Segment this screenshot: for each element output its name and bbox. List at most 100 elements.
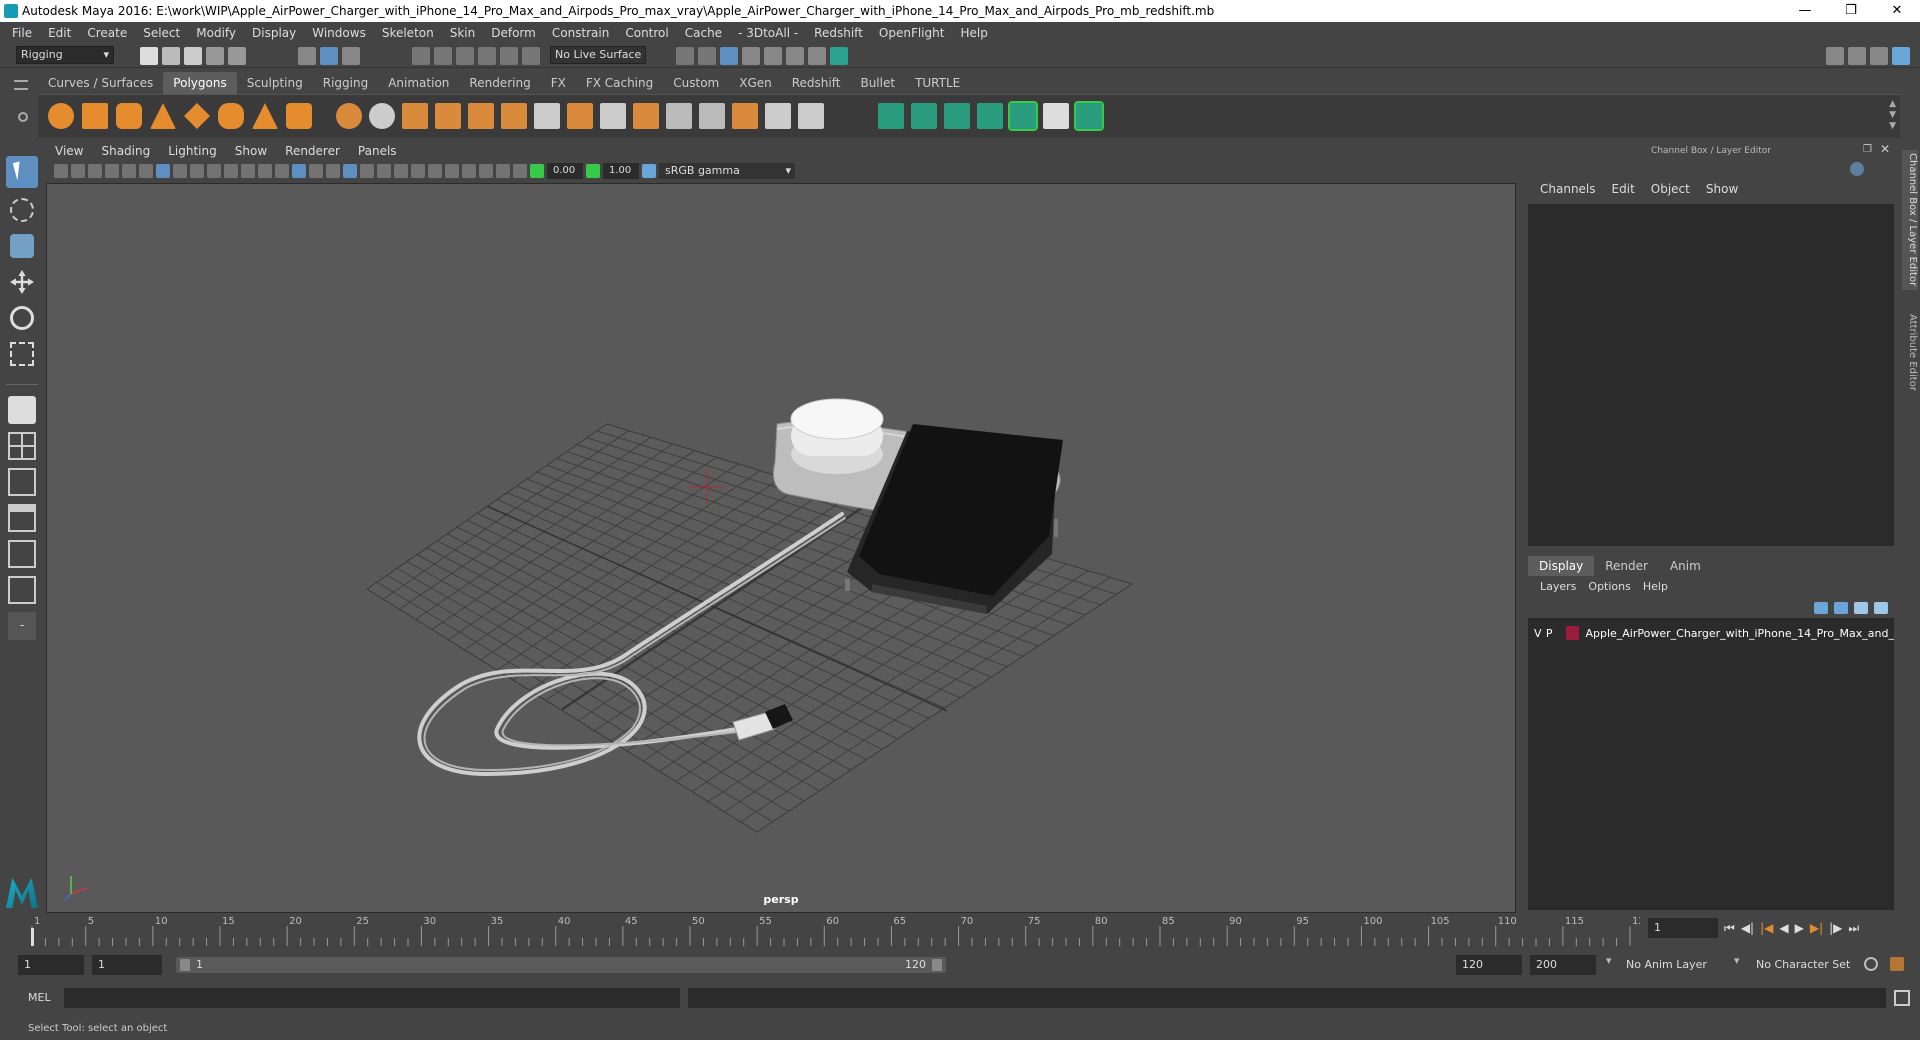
poly-torus-icon[interactable]	[218, 103, 244, 129]
shelf-tab-fx[interactable]: FX	[541, 72, 576, 94]
le-menu-options[interactable]: Options	[1582, 578, 1636, 596]
menu-skeleton[interactable]: Skeleton	[374, 26, 442, 40]
layer-playback-toggle[interactable]: P	[1546, 627, 1566, 640]
float-panel-icon[interactable]: ❐	[1863, 144, 1872, 155]
extrude-icon[interactable]	[468, 103, 494, 129]
layer-color-swatch[interactable]	[1565, 626, 1580, 640]
select-component-icon[interactable]	[342, 47, 360, 65]
render-view-icon[interactable]	[742, 47, 760, 65]
cb-menu-channels[interactable]: Channels	[1532, 182, 1604, 196]
shelf-tab-curves[interactable]: Curves / Surfaces	[38, 72, 163, 94]
separate-icon[interactable]	[369, 103, 395, 129]
smooth-icon[interactable]	[435, 103, 461, 129]
select-hierarchy-icon[interactable]	[298, 47, 316, 65]
vp-menu-panels[interactable]: Panels	[349, 144, 406, 158]
select-tool-icon[interactable]	[6, 156, 38, 188]
go-to-end-icon[interactable]: ⏭	[1848, 921, 1859, 936]
menu-create[interactable]: Create	[79, 26, 135, 40]
attribute-editor-icon[interactable]	[1848, 47, 1866, 65]
animation-start-field[interactable]: 1	[18, 955, 84, 975]
planar-map-icon[interactable]	[878, 103, 904, 129]
isolate-select-icon[interactable]	[462, 164, 476, 178]
new-scene-icon[interactable]	[140, 47, 158, 65]
persp-outliner-layout-icon[interactable]	[8, 576, 36, 604]
snap-curve-icon[interactable]	[434, 47, 452, 65]
move-layer-down-icon[interactable]	[1834, 602, 1848, 614]
auto-map-icon[interactable]	[977, 103, 1003, 129]
combine-icon[interactable]	[336, 103, 362, 129]
smooth-shade-icon[interactable]	[292, 164, 306, 178]
shelf-menu-icon[interactable]	[14, 80, 28, 90]
depth-of-field-icon[interactable]	[445, 164, 459, 178]
restore-icon[interactable]: ❐	[1828, 0, 1874, 22]
gate-mask-icon[interactable]	[207, 164, 221, 178]
channel-list[interactable]	[1528, 204, 1894, 546]
undo-icon[interactable]	[206, 47, 224, 65]
render-settings-icon[interactable]	[808, 47, 826, 65]
safe-title-icon[interactable]	[258, 164, 272, 178]
film-gate-icon[interactable]	[173, 164, 187, 178]
snap-surface-icon[interactable]	[500, 47, 518, 65]
extract-icon[interactable]	[402, 103, 428, 129]
motion-blur-icon[interactable]	[411, 164, 425, 178]
menu-help[interactable]: Help	[952, 26, 995, 40]
open-scene-icon[interactable]	[162, 47, 180, 65]
multicut-icon[interactable]	[534, 103, 560, 129]
move-layer-up-icon[interactable]	[1814, 602, 1828, 614]
wireframe-icon[interactable]	[275, 164, 289, 178]
color-management-icon[interactable]	[642, 164, 656, 178]
step-forward-key-icon[interactable]: |▶	[1829, 921, 1842, 935]
use-default-material-icon[interactable]	[326, 164, 340, 178]
menu-constrain[interactable]: Constrain	[544, 26, 618, 40]
rotate-tool-icon[interactable]	[10, 306, 34, 330]
range-end-handle[interactable]	[932, 959, 942, 971]
go-to-start-icon[interactable]: ⏮	[1724, 921, 1735, 936]
unfold-icon[interactable]	[1074, 101, 1104, 131]
poly-pyramid-icon[interactable]	[252, 103, 278, 129]
menu-edit[interactable]: Edit	[40, 26, 79, 40]
playback-start-field[interactable]: 1	[92, 955, 162, 975]
play-backwards-icon[interactable]: ◀	[1779, 921, 1788, 935]
offset-edge-loop-icon[interactable]	[699, 103, 725, 129]
playback-end-field[interactable]: 120	[1456, 955, 1522, 975]
shelf-tab-rigging[interactable]: Rigging	[313, 72, 378, 94]
vp-menu-shading[interactable]: Shading	[92, 144, 159, 158]
vp-menu-show[interactable]: Show	[226, 144, 276, 158]
move-tool-icon[interactable]	[10, 270, 34, 294]
poke-icon[interactable]	[732, 103, 758, 129]
manipulator-icon[interactable]	[1850, 162, 1864, 176]
layer-row[interactable]: V P Apple_AirPower_Charger_with_iPhone_1…	[1528, 624, 1894, 642]
shelf-tab-xgen[interactable]: XGen	[729, 72, 782, 94]
chevron-down-icon[interactable]: ▾	[1734, 954, 1740, 967]
select-object-icon[interactable]	[320, 47, 338, 65]
new-layer-icon[interactable]	[1874, 602, 1888, 614]
four-view-layout-icon[interactable]	[8, 432, 36, 460]
output-ops-icon[interactable]	[698, 47, 716, 65]
shelf-tab-animation[interactable]: Animation	[378, 72, 459, 94]
cb-menu-show[interactable]: Show	[1698, 182, 1746, 196]
spherical-map-icon[interactable]	[944, 103, 970, 129]
character-set-dropdown[interactable]: No Character Set	[1750, 955, 1868, 975]
ambient-occlusion-icon[interactable]	[394, 164, 408, 178]
shelf-settings-icon[interactable]	[18, 112, 28, 122]
colorspace-dropdown[interactable]: sRGB gamma ▾	[659, 163, 795, 179]
checker-icon[interactable]	[1043, 103, 1069, 129]
poly-cone-icon[interactable]	[150, 103, 176, 129]
range-start-handle[interactable]	[180, 959, 190, 971]
step-back-key-icon[interactable]: ◀|	[1741, 921, 1754, 935]
anim-layer-dropdown[interactable]: No Anim Layer	[1620, 955, 1738, 975]
channel-box-icon[interactable]	[1892, 47, 1910, 65]
chevron-down-icon[interactable]: ▾	[1606, 954, 1612, 967]
cb-menu-object[interactable]: Object	[1643, 182, 1698, 196]
layer-visibility-toggle[interactable]: V	[1534, 627, 1546, 640]
shelf-tab-bullet[interactable]: Bullet	[850, 72, 905, 94]
tab-anim[interactable]: Anim	[1659, 556, 1712, 576]
uv-editor-icon[interactable]	[1008, 101, 1038, 131]
exposure-icon[interactable]	[530, 164, 544, 178]
outliner-layout-icon[interactable]	[8, 504, 36, 532]
scale-tool-icon[interactable]	[10, 342, 34, 366]
shelf-tab-sculpting[interactable]: Sculpting	[237, 72, 313, 94]
fill-hole-icon[interactable]	[633, 103, 659, 129]
anti-aliasing-icon[interactable]	[428, 164, 442, 178]
snap-view-icon[interactable]	[478, 47, 496, 65]
